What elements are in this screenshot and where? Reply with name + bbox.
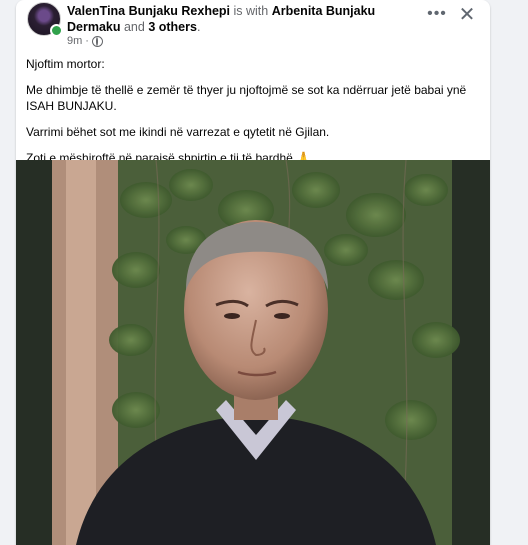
post-meta: 9m · bbox=[67, 35, 103, 47]
post-card: ValenTina Bunjaku Rexhepi is with Arbeni… bbox=[16, 0, 490, 545]
globe-icon bbox=[91, 35, 103, 47]
post-header-text: ValenTina Bunjaku Rexhepi is with Arbeni… bbox=[67, 3, 427, 35]
post-paragraph: Me dhimbje të thellë e zemër të thyer ju… bbox=[26, 83, 467, 113]
meta-separator: · bbox=[85, 35, 89, 47]
post-paragraph: Varrimi bëhet sot me ikindi në varrezat … bbox=[26, 125, 330, 139]
post-photo[interactable] bbox=[16, 160, 490, 545]
post-timestamp[interactable]: 9m bbox=[67, 35, 82, 47]
others-link[interactable]: 3 others bbox=[148, 20, 197, 34]
more-options-icon[interactable]: ••• bbox=[426, 4, 448, 26]
post-header: ValenTina Bunjaku Rexhepi is with Arbeni… bbox=[16, 0, 490, 52]
period-text: . bbox=[196, 20, 201, 34]
with-text: is with bbox=[230, 4, 272, 18]
close-icon[interactable]: ✕ bbox=[456, 4, 478, 26]
online-status-indicator bbox=[50, 24, 63, 37]
and-text: and bbox=[120, 20, 149, 34]
portrait-photo-image bbox=[16, 160, 490, 545]
post-paragraph: Njoftim mortor: bbox=[26, 57, 105, 71]
post-body: Njoftim mortor: Me dhimbje të thellë e z… bbox=[26, 56, 486, 176]
author-name-link[interactable]: ValenTina Bunjaku Rexhepi bbox=[67, 4, 230, 18]
